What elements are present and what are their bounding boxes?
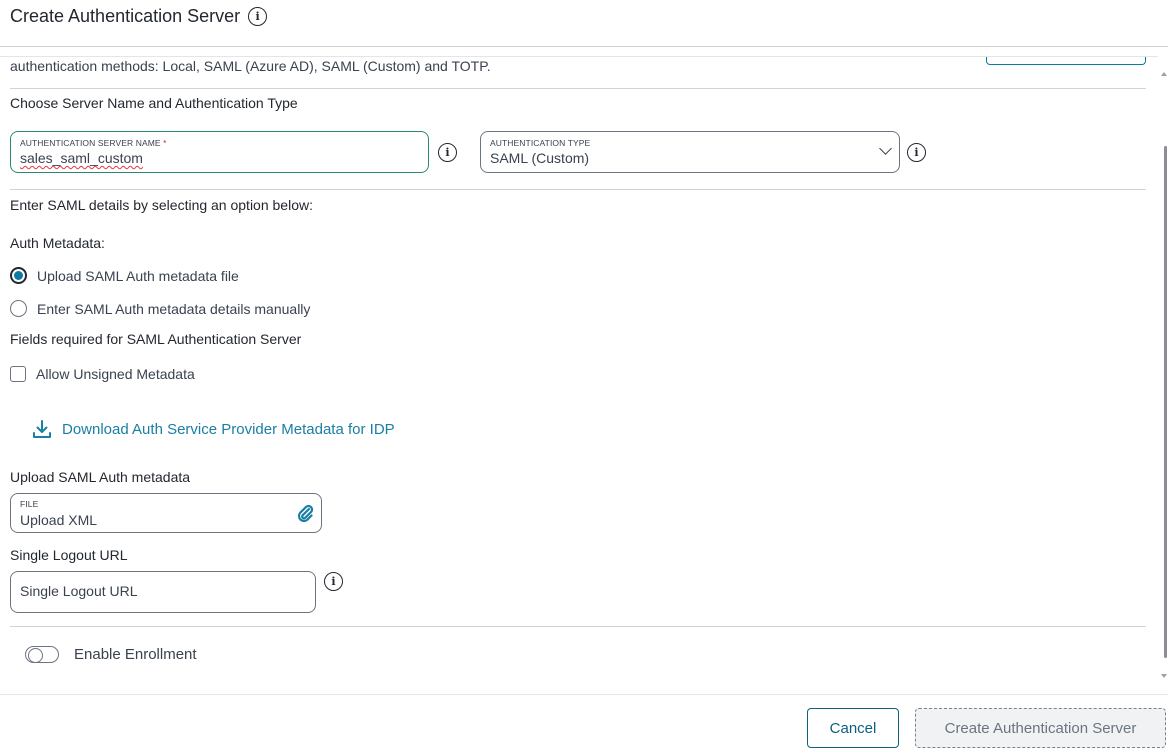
partially-hidden-button[interactable] (986, 57, 1146, 65)
server-name-label: AUTHENTICATION SERVER NAME * (20, 138, 167, 148)
vertical-scrollbar[interactable] (1158, 56, 1168, 694)
download-metadata-label: Download Auth Service Provider Metadata … (62, 420, 395, 438)
allow-unsigned-checkbox-row[interactable]: Allow Unsigned Metadata (10, 366, 195, 382)
required-fields-heading: Fields required for SAML Authentication … (10, 331, 302, 347)
dialog-header: Create Authentication Server i (0, 0, 1168, 47)
enable-enrollment-row[interactable]: Enable Enrollment (25, 646, 197, 663)
chevron-down-icon (879, 142, 892, 155)
file-upload-input[interactable]: FILE Upload XML (10, 493, 322, 533)
auth-type-value: SAML (Custom) (490, 150, 590, 166)
radio-button[interactable] (10, 300, 27, 317)
radio-upload-label: Upload SAML Auth metadata file (37, 267, 239, 284)
server-name-input[interactable]: AUTHENTICATION SERVER NAME * sales_saml_… (10, 131, 429, 173)
radio-manual-label: Enter SAML Auth metadata details manuall… (37, 300, 311, 317)
create-server-button[interactable]: Create Authentication Server (915, 708, 1166, 748)
paperclip-icon[interactable] (296, 503, 314, 523)
scrollbar-thumb[interactable] (1164, 146, 1167, 658)
file-label: FILE (20, 499, 39, 509)
dialog-title: Create Authentication Server i (10, 6, 268, 27)
enrollment-label: Enable Enrollment (74, 646, 197, 663)
server-name-value[interactable]: sales_saml_custom (20, 150, 143, 166)
logout-url-heading: Single Logout URL (10, 547, 128, 563)
scroll-up-arrow-icon[interactable] (1161, 72, 1167, 76)
dialog-body: authentication methods: Local, SAML (Azu… (0, 56, 1158, 694)
auth-type-select[interactable]: AUTHENTICATION TYPE SAML (Custom) (480, 131, 900, 173)
info-icon[interactable]: i (248, 7, 268, 26)
logout-url-info-icon[interactable]: i (324, 572, 343, 591)
scroll-down-arrow-icon[interactable] (1161, 674, 1167, 678)
enrollment-toggle[interactable] (25, 646, 59, 663)
divider (10, 626, 1146, 627)
auth-type-info-icon[interactable]: i (907, 143, 926, 162)
radio-upload-metadata[interactable]: Upload SAML Auth metadata file (10, 267, 239, 284)
server-name-info-icon[interactable]: i (438, 143, 457, 162)
allow-unsigned-checkbox[interactable] (10, 366, 26, 382)
divider (10, 88, 1146, 89)
auth-metadata-label: Auth Metadata: (10, 235, 105, 251)
dialog-title-text: Create Authentication Server (10, 6, 241, 26)
file-placeholder: Upload XML (20, 512, 98, 528)
cancel-button[interactable]: Cancel (807, 708, 899, 748)
logout-url-input[interactable]: Single Logout URL (10, 571, 316, 613)
dialog-footer: Cancel Create Authentication Server (0, 694, 1168, 751)
radio-button-checked[interactable] (10, 267, 27, 284)
download-metadata-link[interactable]: Download Auth Service Provider Metadata … (32, 419, 395, 439)
logout-url-placeholder: Single Logout URL (20, 583, 138, 599)
download-icon (33, 420, 51, 438)
allow-unsigned-label: Allow Unsigned Metadata (36, 366, 195, 382)
auth-type-label: AUTHENTICATION TYPE (490, 138, 591, 148)
server-section-heading: Choose Server Name and Authentication Ty… (10, 95, 298, 111)
saml-section-heading: Enter SAML details by selecting an optio… (10, 197, 313, 213)
intro-description: authentication methods: Local, SAML (Azu… (10, 58, 491, 74)
radio-manual-metadata[interactable]: Enter SAML Auth metadata details manuall… (10, 300, 310, 317)
upload-metadata-heading: Upload SAML Auth metadata (10, 469, 191, 485)
divider (10, 189, 1146, 190)
